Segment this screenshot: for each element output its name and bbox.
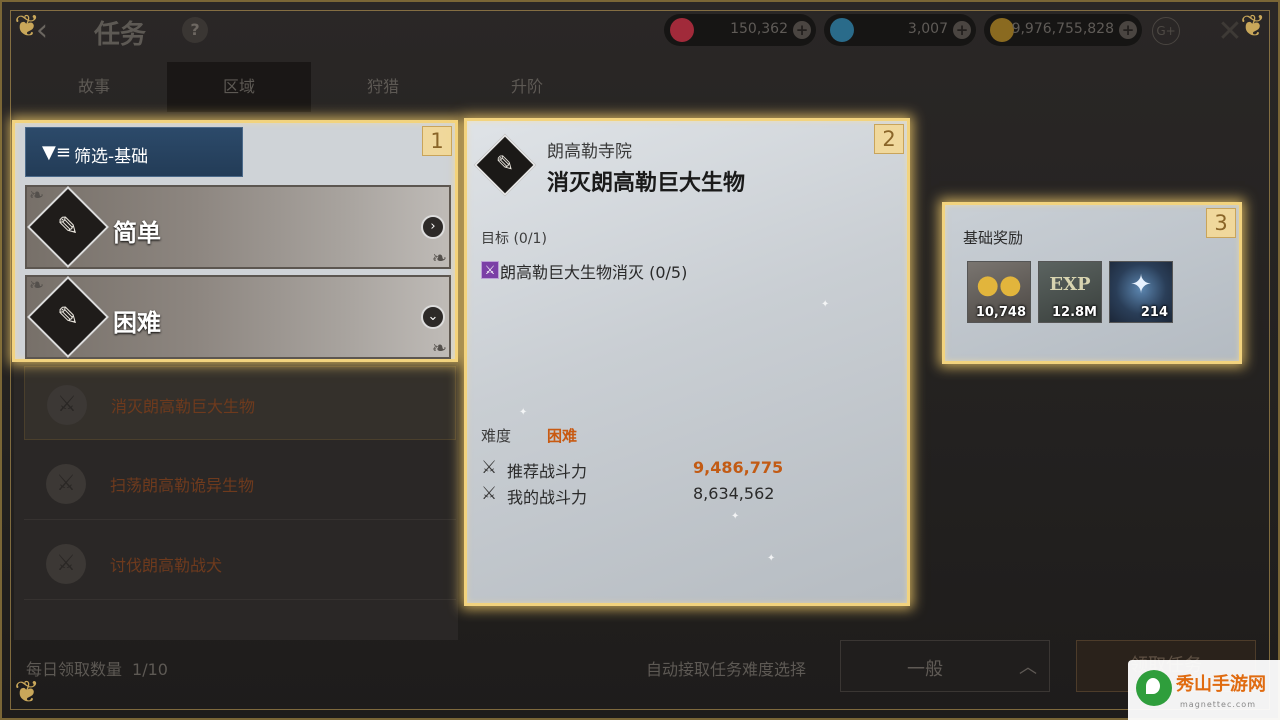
red-gem-icon [670, 18, 694, 42]
quest-location: 朗高勒寺院 [547, 142, 632, 162]
chevron-down-icon[interactable]: ⌄ [421, 305, 445, 329]
help-button[interactable]: ? [182, 17, 208, 43]
my-power-label: 我的战斗力 [507, 488, 588, 507]
crossed-swords-icon: ⚔ [46, 544, 86, 584]
reward-value: 12.8M [1051, 305, 1097, 320]
exp-icon: EXP [1049, 274, 1091, 295]
sparkle-icon: ✦ [821, 299, 830, 310]
page-title: 任务 [94, 20, 147, 50]
quest-list-item[interactable]: ⚔ 扫荡朗高勒诡异生物 [24, 446, 456, 520]
quest-list-item[interactable]: ⚔ 消灭朗高勒巨大生物 [24, 366, 456, 440]
scroll-icon: ✎ [473, 133, 537, 197]
reward-value: 214 [1140, 305, 1168, 320]
quest-name: 讨伐朗高勒战犬 [110, 556, 223, 575]
step-badge: 3 [1206, 208, 1236, 238]
difficulty-option-easy[interactable]: ❧ ❧ ✎ 简单 › [25, 185, 451, 269]
currency-blue-diamond: 3,007 + [824, 14, 976, 46]
chevron-right-icon[interactable]: › [421, 215, 445, 239]
add-currency-button[interactable]: + [1119, 21, 1137, 39]
currency-gold: 9,976,755,828 + [984, 14, 1142, 46]
chevron-up-icon: ︿ [1019, 657, 1037, 678]
tab-region[interactable]: 区域 [167, 62, 311, 112]
crossed-swords-icon: ⚔ [481, 457, 498, 478]
filter-button[interactable]: ▼≡ 筛选-基础 [25, 127, 243, 177]
difficulty-select[interactable]: 一般 ︿ [840, 640, 1050, 692]
step-badge: 1 [422, 126, 452, 156]
my-power-value: 8,634,562 [693, 484, 775, 503]
blue-orb-icon: ✦ [1130, 270, 1152, 300]
currency-value: 3,007 [907, 21, 948, 37]
currency-value: 150,362 [730, 21, 788, 37]
tab-hunt[interactable]: 狩猎 [311, 62, 455, 112]
watermark-subtext: magnettec.com [1180, 700, 1256, 709]
daily-value: 1/10 [132, 660, 168, 679]
sparkle-icon: ✦ [767, 553, 776, 564]
blue-diamond-icon [830, 18, 854, 42]
sparkle-icon: ✦ [731, 511, 740, 522]
filter-icon: ▼≡ [42, 142, 71, 163]
difficulty-value: 困难 [547, 427, 578, 445]
close-icon[interactable]: ✕ [1212, 14, 1248, 50]
quest-list-item[interactable]: ⚔ 讨伐朗高勒战犬 [24, 526, 456, 600]
watermark: 秀山手游网 magnettec.com [1128, 660, 1280, 720]
recommended-power-value: 9,486,775 [693, 458, 784, 477]
reward-item[interactable]: ●● 10,748 [967, 261, 1031, 323]
ornament-icon: ❧ [431, 248, 447, 269]
highlight-box-2: 2 ✎ 朗高勒寺院 消灭朗高勒巨大生物 目标 (0/1) ⚔ 朗高勒巨大生物消灭… [464, 118, 910, 606]
gold-coin-icon [990, 18, 1014, 42]
currency-red-gem: 150,362 + [664, 14, 816, 46]
highlight-box-1: 1 ▼≡ 筛选-基础 ❧ ❧ ✎ 简单 › ❧ ❧ ✎ 困难 ⌄ [12, 120, 458, 362]
add-currency-button[interactable]: + [793, 21, 811, 39]
crossed-swords-icon: ⚔ [46, 464, 86, 504]
quest-objective: 朗高勒巨大生物消灭 (0/5) [500, 263, 688, 282]
highlight-box-3: 3 基础奖励 ●● 10,748 EXP 12.8M ✦ 214 [942, 202, 1242, 364]
crossed-swords-icon: ⚔ [481, 483, 498, 504]
difficulty-label: 难度 [481, 427, 512, 445]
sparkle-icon: ✦ [519, 407, 528, 418]
tab-story[interactable]: 故事 [22, 62, 166, 112]
tab-ascend[interactable]: 升阶 [455, 62, 599, 112]
step-badge: 2 [874, 124, 904, 154]
daily-label: 每日领取数量 [26, 660, 123, 679]
gold-coins-icon: ●● [976, 270, 1022, 300]
reward-item[interactable]: EXP 12.8M [1038, 261, 1102, 323]
difficulty-option-hard[interactable]: ❧ ❧ ✎ 困难 ⌄ [25, 275, 451, 359]
recommended-power-label: 推荐战斗力 [507, 462, 588, 481]
quest-goal: 目标 (0/1) [481, 231, 547, 247]
add-currency-button[interactable]: + [953, 21, 971, 39]
filter-label: 筛选-基础 [74, 147, 149, 167]
quest-title: 消灭朗高勒巨大生物 [547, 171, 746, 196]
reward-item[interactable]: ✦ 214 [1109, 261, 1173, 323]
quest-name: 消灭朗高勒巨大生物 [111, 397, 256, 416]
gplus-button[interactable]: G+ [1152, 17, 1180, 45]
watermark-logo-icon [1136, 670, 1172, 706]
crossed-swords-icon: ⚔ [481, 261, 499, 279]
difficulty-label: 困难 [113, 309, 161, 337]
reward-title: 基础奖励 [963, 229, 1024, 247]
currency-value: 9,976,755,828 [1011, 21, 1114, 37]
daily-claim-count: 每日领取数量 1/10 [26, 656, 168, 680]
ornament-icon: ❧ [431, 338, 447, 359]
watermark-text: 秀山手游网 [1176, 674, 1266, 695]
auto-accept-label: 自动接取任务难度选择 [646, 660, 807, 679]
select-value: 一般 [907, 659, 943, 680]
back-arrow-icon[interactable]: ‹ [36, 14, 76, 48]
quest-name: 扫荡朗高勒诡异生物 [110, 476, 255, 495]
reward-value: 10,748 [975, 305, 1026, 320]
crossed-swords-icon: ⚔ [47, 385, 87, 425]
difficulty-label: 简单 [113, 219, 161, 247]
